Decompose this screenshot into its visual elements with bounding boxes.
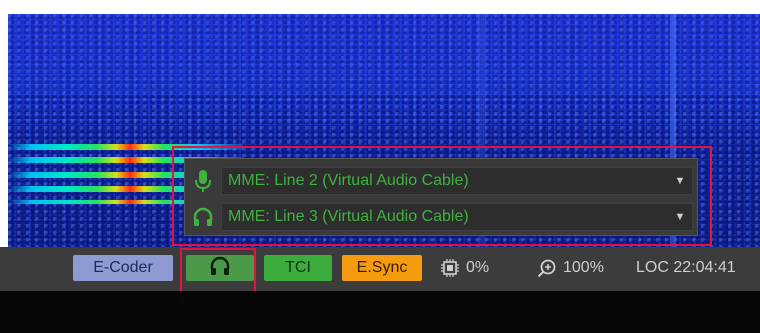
audio-panel-highlight [172,146,712,246]
sdr-window: MME: Line 2 (Virtual Audio Cable) ▼ MME:… [0,0,760,333]
top-edge [0,0,760,14]
status-bar: E-Coder TCI E.Sync 0% 100% LOC 22:04:41 [0,247,760,291]
cpu-indicator: 0% [440,255,489,281]
headphones-button-highlight [180,248,256,294]
zoom-in-icon [537,259,556,278]
bottom-panel [0,291,760,333]
ecoder-button[interactable]: E-Coder [73,255,173,281]
esync-button[interactable]: E.Sync [342,255,422,281]
zoom-indicator[interactable]: 100% [537,255,604,281]
cpu-chip-icon [441,259,459,277]
zoom-value: 100% [563,259,604,276]
tci-button[interactable]: TCI [264,255,332,281]
cpu-value: 0% [466,259,490,276]
clock-readout: LOC 22:04:41 [636,259,736,276]
waterfall-band [8,14,760,94]
